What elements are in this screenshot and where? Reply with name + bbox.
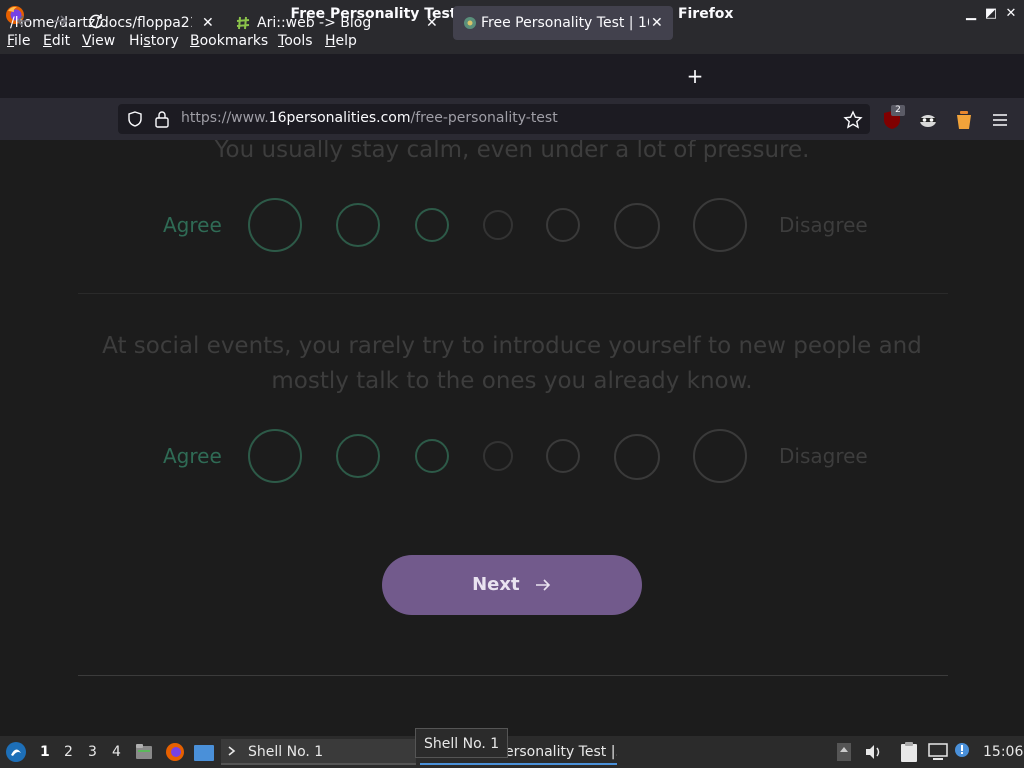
disagree-label: Disagree (779, 213, 868, 237)
answer-circle-disagree-2[interactable] (614, 203, 660, 249)
clock: 15:06 (983, 744, 1024, 760)
hash-favicon-icon (236, 16, 250, 30)
answer-circle-disagree-1[interactable] (546, 208, 580, 242)
answer-circle-agree-2[interactable] (336, 203, 380, 247)
firefox-launcher-icon[interactable] (165, 742, 185, 762)
workspace-3[interactable]: 3 (88, 744, 97, 760)
answer-circle-agree-3[interactable] (248, 198, 302, 252)
hamburger-menu-icon[interactable] (990, 110, 1010, 130)
clipboard-icon[interactable] (899, 741, 919, 763)
question-1-text: You usually stay calm, even under a lot … (214, 140, 810, 163)
question-2-text: At social events, you rarely try to intr… (102, 333, 922, 394)
tray-scroll-icon[interactable] (836, 742, 852, 762)
disagree-label: Disagree (779, 444, 868, 468)
answer-circle-disagree-2[interactable] (614, 434, 660, 480)
answer-circle-disagree-1[interactable] (546, 439, 580, 473)
arrow-right-icon (535, 579, 551, 591)
16personalities-favicon-icon (464, 17, 476, 29)
restore-icon[interactable]: ◩ (983, 6, 999, 22)
task-label: Shell No. 1 (248, 744, 324, 760)
bookmark-star-icon[interactable] (843, 110, 863, 130)
next-button-label: Next (472, 574, 520, 595)
tab-close-icon[interactable]: ✕ (202, 6, 214, 40)
privacy-badger-icon[interactable] (918, 110, 938, 130)
shield-icon[interactable] (126, 110, 144, 128)
network-icon[interactable] (927, 742, 949, 762)
tab-label: Free Personality Test | 16 (481, 15, 649, 31)
question-divider (78, 293, 948, 294)
tab-bar (0, 54, 1024, 98)
workspace-1[interactable]: 1 (40, 744, 50, 760)
ublock-badge: 2 (891, 105, 905, 116)
answer-circle-agree-2[interactable] (336, 434, 380, 478)
lock-icon[interactable] (154, 110, 170, 128)
workspace-2[interactable]: 2 (64, 744, 73, 760)
answer-circle-disagree-3[interactable] (693, 429, 747, 483)
task-tooltip: Shell No. 1 (415, 728, 509, 758)
new-tab-plus-icon[interactable]: + (686, 66, 704, 86)
tab-label: Ari::web -> Blog (257, 15, 372, 31)
reload-icon[interactable] (85, 10, 107, 32)
bin-extension-icon[interactable] (955, 110, 973, 130)
url-text[interactable]: https://www.16personalities.com/free-per… (181, 110, 558, 126)
screen: Free Personality Test | 16Personalities … (0, 0, 1024, 768)
footer-divider (78, 675, 948, 676)
file-manager-icon[interactable] (134, 742, 154, 762)
task-label: ersonality Test |... (505, 744, 617, 760)
answer-circle-agree-3[interactable] (248, 429, 302, 483)
close-window-icon[interactable]: ✕ (1003, 6, 1019, 22)
workspace-4[interactable]: 4 (112, 744, 121, 760)
tab-ariweb-blog[interactable]: Ari::web -> Blog ✕ (226, 6, 446, 40)
desktop-icon[interactable] (193, 744, 215, 762)
answer-circle-agree-1[interactable] (415, 439, 449, 473)
answer-circle-disagree-3[interactable] (693, 198, 747, 252)
forward-arrow-icon[interactable] (49, 10, 71, 32)
next-button[interactable]: Next (382, 555, 642, 615)
answer-circle-neutral[interactable] (483, 441, 513, 471)
tab-close-icon[interactable]: ✕ (651, 6, 663, 40)
volume-icon[interactable] (863, 742, 883, 762)
tab-personality-test[interactable]: Free Personality Test | 16 ✕ (453, 6, 673, 40)
minimize-icon[interactable]: ▁ (963, 6, 979, 22)
terminal-icon (228, 746, 236, 756)
task-shell[interactable]: Shell No. 1 (221, 739, 416, 765)
agree-label: Agree (163, 213, 222, 237)
start-menu-icon[interactable] (5, 741, 27, 763)
web-page: You usually stay calm, even under a lot … (0, 140, 1024, 736)
notification-icon[interactable] (953, 741, 971, 759)
answer-circle-agree-1[interactable] (415, 208, 449, 242)
answer-circle-neutral[interactable] (483, 210, 513, 240)
back-arrow-icon[interactable] (13, 10, 35, 32)
tab-close-icon[interactable]: ✕ (426, 6, 438, 40)
agree-label: Agree (163, 444, 222, 468)
taskbar: 1 2 3 4 Shell No. 1 ersonality Test |... (0, 736, 1024, 768)
